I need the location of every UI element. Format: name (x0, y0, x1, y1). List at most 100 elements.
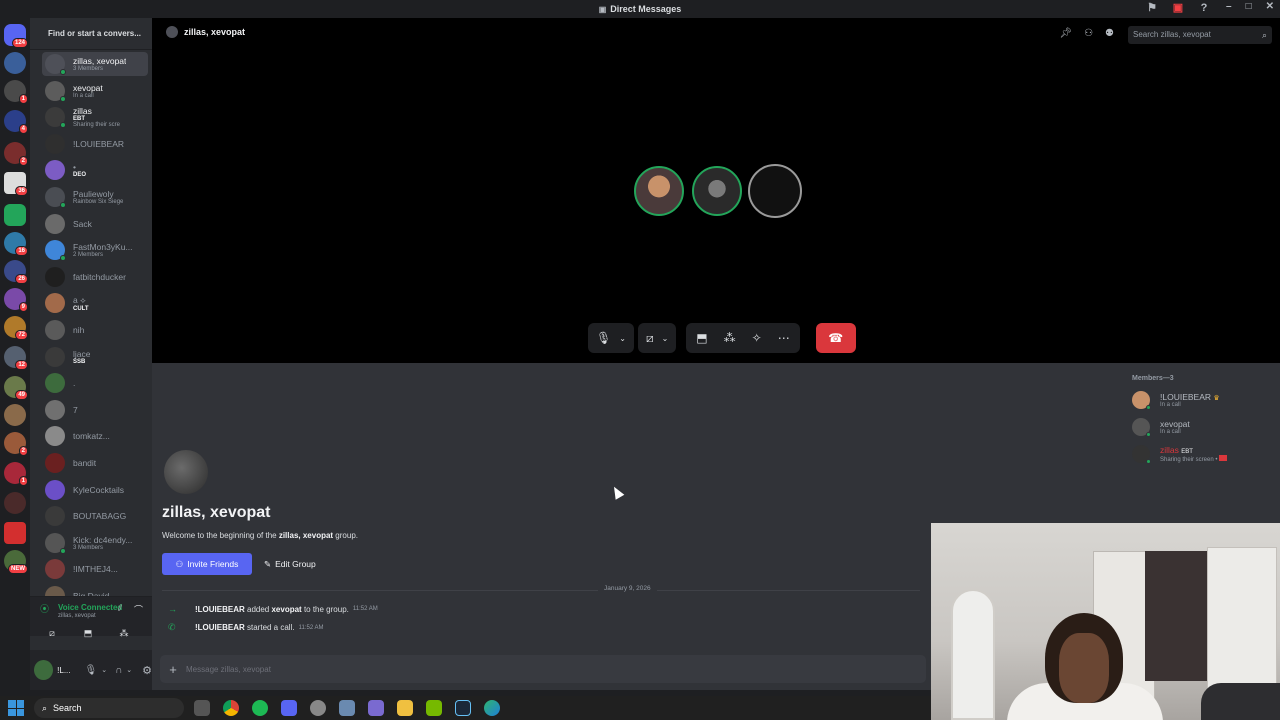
nvidia-icon[interactable] (426, 700, 442, 716)
server-icon[interactable]: 12 (4, 346, 28, 370)
invite-friends-button[interactable]: ⚇ Invite Friends (162, 553, 252, 575)
server-icon[interactable]: 9 (4, 288, 28, 312)
inbox-icon[interactable]: ⚑ (1146, 2, 1158, 14)
status-badge: CULT (73, 305, 89, 312)
server-icon[interactable]: 1 (4, 462, 28, 486)
server-icon[interactable] (4, 204, 26, 226)
server-icon[interactable]: 26 (4, 260, 28, 284)
server-icon[interactable]: NEW (4, 550, 28, 574)
camera-button[interactable]: ⧄ ⌄ (637, 323, 677, 353)
server-icon[interactable]: 16 (4, 232, 28, 256)
dm-item[interactable]: nih (42, 318, 148, 342)
taskbar-search[interactable]: ⌕ Search (34, 698, 184, 718)
username[interactable]: !L... (57, 666, 70, 675)
member-item[interactable]: xevopat In a call (1132, 418, 1190, 437)
find-conversation-button[interactable]: Find or start a convers... (30, 18, 152, 50)
mute-button[interactable]: 🎙︎ ⌄ (588, 323, 634, 353)
dm-item[interactable]: xevopat In a call (42, 79, 148, 103)
edit-group-button[interactable]: ✎ Edit Group (264, 553, 316, 575)
dm-text: Sack (73, 219, 92, 229)
more-icon[interactable]: ⋯ (778, 331, 790, 345)
home-button[interactable]: 124 (4, 24, 28, 48)
dm-item[interactable]: fatbitchducker (42, 265, 148, 289)
dm-item[interactable]: 7 (42, 398, 148, 422)
server-icon[interactable]: 72 (4, 316, 28, 340)
call-actions: ⬒ ⁂ ✧ ⋯ (686, 323, 800, 353)
server-icon[interactable]: 49 (4, 376, 28, 400)
screen-icon[interactable]: ▣ (1172, 2, 1184, 14)
headphones-icon[interactable]: ∩ (115, 665, 122, 676)
search-input[interactable]: Search zillas, xevopat ⌕ (1128, 26, 1272, 44)
server-icon[interactable]: 2 (4, 432, 28, 456)
activities-icon[interactable]: ⁂ (116, 627, 132, 639)
member-item[interactable]: !LOUIEBEAR ♛ In a call (1132, 391, 1220, 410)
dm-item[interactable]: !IMTHEJ4... (42, 557, 148, 581)
microphone-icon[interactable]: 🎙︎ (84, 665, 97, 676)
plus-icon[interactable]: + (160, 662, 186, 677)
call-participant-avatar[interactable] (692, 166, 742, 216)
app-icon[interactable] (310, 700, 326, 716)
server-icon[interactable] (4, 522, 26, 544)
call-participant-avatar[interactable] (748, 164, 802, 218)
chevron-down-icon[interactable]: ⌄ (101, 666, 107, 674)
dm-item[interactable]: !LOUIEBEAR (42, 132, 148, 156)
dm-item[interactable]: KyleCocktails (42, 478, 148, 502)
disconnect-button[interactable]: ☎ (815, 323, 856, 353)
voice-channel[interactable]: zillas, xevopat (58, 613, 96, 619)
server-icon[interactable]: 1 (4, 80, 28, 104)
avatar (45, 426, 65, 447)
dm-item[interactable]: Sack (42, 212, 148, 236)
dm-item[interactable]: • DEO (42, 158, 148, 182)
server-icon[interactable] (4, 404, 26, 426)
dm-item[interactable]: zillas, xevopat 3 Members (42, 52, 148, 76)
settings-icon[interactable] (339, 700, 355, 716)
add-friends-icon[interactable]: ⚇ (1084, 28, 1093, 39)
dm-item[interactable]: BOUTABAGG (42, 504, 148, 528)
server-icon[interactable] (4, 52, 26, 74)
server-icon[interactable]: 36 (4, 172, 28, 196)
edge-icon[interactable] (484, 700, 500, 716)
dm-item[interactable]: a ⟡ CULT (42, 291, 148, 315)
avatar (45, 453, 65, 473)
dm-text: !LOUIEBEAR (73, 139, 124, 149)
message-input[interactable]: + Message zillas, xevopat (160, 655, 926, 683)
activities-icon[interactable]: ⁂ (724, 331, 736, 345)
dm-item[interactable]: Pauliewoly Rainbow Six Siege (42, 185, 148, 209)
discord-icon[interactable] (281, 700, 297, 716)
screen-share-icon[interactable]: ⬒ (80, 627, 96, 639)
minimize-button[interactable]: – (1226, 1, 1232, 12)
help-icon[interactable]: ? (1198, 2, 1210, 14)
server-icon[interactable] (4, 492, 26, 514)
camera-off-icon[interactable]: ⧄ (44, 627, 60, 639)
screen-share-icon[interactable]: ⬒ (696, 331, 707, 345)
group-avatar[interactable] (164, 450, 208, 494)
member-list-icon[interactable]: ⚉ (1105, 28, 1114, 39)
pin-icon[interactable]: 📌︎ (1059, 28, 1072, 39)
dm-item[interactable]: FastMon3yKu... 2 Members (42, 238, 148, 262)
avatar[interactable] (34, 660, 54, 680)
disconnect-icon[interactable]: ⌒ (134, 603, 143, 616)
dm-item[interactable]: ljace SSB (42, 345, 148, 369)
noise-suppression-icon[interactable]: ⫽ (118, 603, 122, 614)
dm-item[interactable]: . (42, 371, 148, 395)
server-icon[interactable]: 2 (4, 142, 28, 166)
steam-icon[interactable] (455, 700, 471, 716)
maximize-button[interactable]: □ (1246, 1, 1252, 12)
chevron-down-icon[interactable]: ⌄ (126, 666, 132, 674)
close-button[interactable]: ✕ (1266, 1, 1274, 12)
folder-icon[interactable] (397, 700, 413, 716)
task-view-icon[interactable] (194, 700, 210, 716)
dm-item[interactable]: tomkatz... (42, 424, 148, 448)
windows-start-icon[interactable] (8, 700, 24, 716)
call-participant-avatar[interactable] (634, 166, 684, 216)
soundboard-icon[interactable]: ✧ (752, 331, 762, 345)
server-icon[interactable]: 4 (4, 110, 28, 134)
spotify-icon[interactable] (252, 700, 268, 716)
gamepad-icon[interactable] (368, 700, 384, 716)
dm-item[interactable]: bandit (42, 451, 148, 475)
dm-item[interactable]: zillas EBT Sharing their scre (42, 105, 148, 129)
member-item[interactable]: zillas EBT Sharing their screen • (1132, 445, 1228, 464)
gear-icon[interactable]: ⚙ (142, 664, 152, 677)
dm-item[interactable]: Kick: dc4endy... 3 Members (42, 531, 148, 555)
chrome-icon[interactable] (223, 700, 239, 716)
